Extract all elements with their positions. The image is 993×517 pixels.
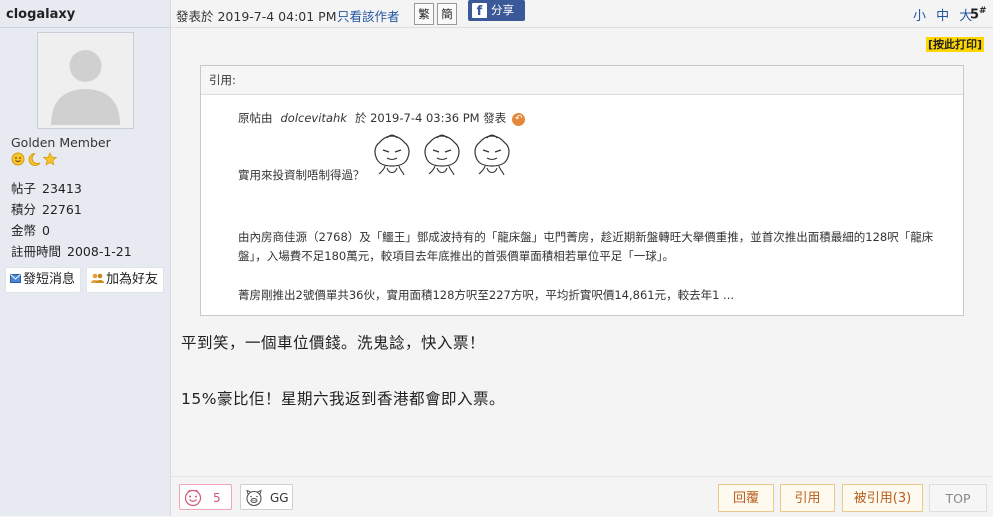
star-icon [42, 151, 58, 166]
dumpling-emoji-icon [424, 134, 460, 176]
pig-face-icon [245, 489, 263, 510]
quote-box: 引用: 原帖由 dolcevitahk 於 2019-7-4 03:36 PM 發表… [200, 65, 964, 316]
post-meta-bar: 發表於 2019-7-4 04:01 PM 只看該作者 繁 簡 f 分享 小 中 … [171, 0, 993, 28]
friends-icon [91, 273, 104, 286]
avatar-placeholder-icon [38, 33, 133, 128]
rank-icons [11, 151, 61, 166]
smile-face-icon [184, 489, 202, 510]
quote-author-line: 原帖由 dolcevitahk 於 2019-7-4 03:36 PM 發表 ↶ [238, 110, 526, 126]
like-count: 5 [213, 491, 221, 505]
quote-author-name[interactable]: dolcevitahk [281, 111, 347, 125]
quote-line: 實用來投資制唔制得過？ [238, 168, 365, 182]
envelope-icon [10, 274, 21, 286]
post-body-line: 15%豪比佢！星期六我返到香港都會即入票。 [181, 390, 505, 408]
author-stats: 帖子 23413 積分 22761 金幣 0 註冊時間 2008-1-21 [11, 178, 132, 262]
gg-button[interactable]: GG [240, 484, 293, 510]
sun-icon [11, 152, 25, 166]
send-message-button[interactable]: 發短消息 [5, 267, 82, 293]
only-author-link[interactable]: 只看該作者 [337, 6, 400, 25]
post-footer: 5 GG 回覆 引用 被引用(3) TOP [171, 476, 993, 517]
author-sidebar: clogalaxy Golden Member 帖子 23413 積分 22761 [0, 0, 171, 516]
quote-button[interactable]: 引用 [780, 484, 835, 512]
stat-coins: 金幣 0 [11, 223, 50, 238]
stat-posts: 帖子 23413 [11, 181, 82, 196]
add-friend-button[interactable]: 加為好友 [86, 267, 165, 293]
post-timestamp: 發表於 2019-7-4 04:01 PM [176, 9, 337, 24]
quote-header: 引用: [201, 66, 963, 95]
floor-number: 5# [970, 6, 987, 23]
quote-last-line: 菁房剛推出2號價單共36伙，實用面積128方呎至227方呎，平均折實呎價14,8… [238, 288, 735, 302]
author-rank: Golden Member [11, 135, 111, 150]
facebook-share-button[interactable]: f 分享 [468, 0, 525, 21]
back-to-post-icon[interactable]: ↶ [512, 113, 526, 126]
like-button[interactable]: 5 [179, 484, 232, 510]
simplified-button[interactable]: 簡 [437, 3, 457, 25]
facebook-icon: f [472, 3, 487, 19]
author-username[interactable]: clogalaxy [6, 7, 75, 22]
post-body-line: 平到笑，一個車位價錢。洗鬼諗，快入票！ [181, 334, 486, 352]
top-button[interactable]: TOP [929, 484, 987, 512]
sidebar-divider [0, 27, 170, 28]
gg-label: GG [270, 491, 289, 505]
avatar[interactable] [37, 32, 134, 129]
print-button[interactable]: [按此打印] [926, 37, 985, 52]
dumpling-emoji-icon [474, 134, 510, 176]
quoted-by-button[interactable]: 被引用(3) [842, 484, 923, 512]
font-size-switcher[interactable]: 小 中 大 [913, 5, 975, 24]
dumpling-emoji-icon [374, 134, 410, 176]
stat-registered: 註冊時間 2008-1-21 [11, 244, 132, 259]
quote-paragraph: 由內房商佳源（2768）及「鱷王」鄧成波持有的「龍床盤」屯門菁房，趁近期新盤轉旺… [238, 230, 934, 263]
traditional-button[interactable]: 繁 [414, 3, 434, 25]
stat-points: 積分 22761 [11, 202, 82, 217]
reply-button[interactable]: 回覆 [718, 484, 774, 512]
moon-icon [28, 153, 41, 166]
